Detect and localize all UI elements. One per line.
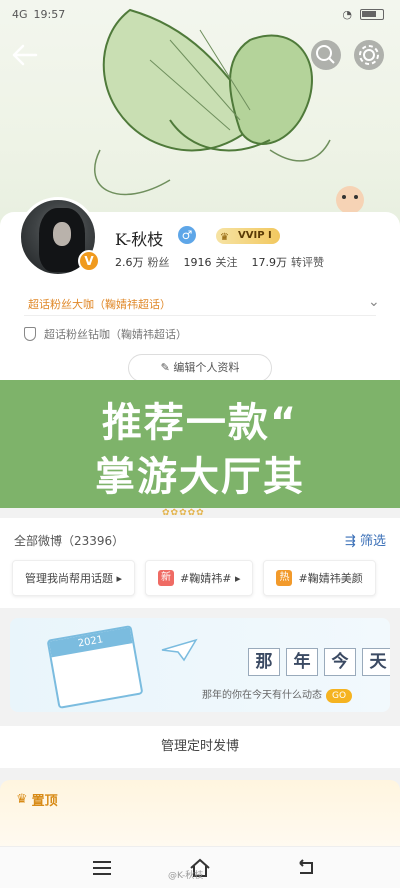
edit-profile-icon: ✎: [160, 361, 174, 374]
battery-icon: [360, 9, 384, 20]
chip-label: #鞠婧祎美颜: [298, 572, 363, 585]
chevron-down-icon[interactable]: ⌄: [368, 294, 380, 310]
divider: [24, 315, 376, 316]
stat-likes[interactable]: 17.9万 转评赞: [252, 254, 325, 270]
return-icon: [299, 859, 313, 874]
status-bar: 4G 19:57 ◔: [0, 0, 400, 30]
vvip-badge[interactable]: ♛ VVIP Ⅰ: [216, 228, 280, 244]
pinned-label: ♛ 置顶: [16, 792, 58, 809]
memory-title: 那年今天: [248, 648, 390, 676]
chip-topic-hot[interactable]: 热 #鞠婧祎美颜: [263, 560, 376, 596]
hot-tag: 热: [276, 570, 293, 586]
vvip-label: VVIP Ⅰ: [238, 230, 272, 241]
back-button[interactable]: [10, 42, 40, 68]
gender-male-icon: ♂: [178, 226, 196, 244]
menu-button[interactable]: [90, 857, 114, 879]
honor-text: 超话粉丝钻咖（鞠婧祎超话）: [44, 328, 187, 341]
fan-title-row[interactable]: 超话粉丝大咖（鞠婧祎超话） ⌄: [28, 294, 380, 312]
system-nav-bar: [0, 846, 400, 888]
paper-plane-icon: [161, 638, 198, 662]
crown-icon: ♛: [220, 232, 229, 243]
overlay-line-1: 推荐一款“: [101, 400, 299, 446]
network-label: 4G: [12, 8, 28, 21]
verified-badge: V: [78, 250, 100, 272]
search-icon: [316, 45, 335, 64]
topic-chips: 管理我尚帮用话题 ▸ 新 #鞠婧祎# ▸ 热 #鞠婧祎美颜: [12, 560, 376, 596]
gear-icon: [359, 45, 379, 65]
promo-overlay: 推荐一款“ 掌游大厅其: [0, 380, 400, 508]
menu-icon: [93, 861, 111, 875]
fan-title: 超话粉丝大咖（鞠婧祎超话）: [28, 298, 171, 311]
pinned-section: ♛ 置顶: [0, 780, 400, 850]
calendar-icon: 2021: [46, 625, 144, 709]
feed-title: 全部微博（23396）: [14, 534, 125, 548]
settings-button[interactable]: [354, 40, 384, 70]
honor-row[interactable]: 超话粉丝钻咖（鞠婧祎超话）: [24, 326, 187, 342]
on-this-day-card[interactable]: 2021 那年今天 那年的你在今天有什么动态 GO: [10, 618, 390, 712]
filter-icon: ⇶: [344, 534, 360, 549]
calendar-year: 2021: [48, 627, 133, 658]
arrow-left-icon: [12, 44, 38, 66]
edit-profile-label: 编辑个人资料: [173, 361, 240, 374]
watermark: @K-秋枝: [168, 871, 204, 881]
go-button[interactable]: GO: [326, 689, 353, 703]
search-button[interactable]: [311, 40, 341, 70]
filter-label: 筛选: [359, 534, 386, 549]
chip-label: 管理我尚帮用话题 ▸: [25, 572, 123, 585]
stat-following[interactable]: 1916 关注: [184, 254, 238, 270]
crown-icon: ♛: [16, 792, 28, 807]
clock: 19:57: [33, 8, 66, 21]
wifi-icon: ◔: [342, 8, 352, 21]
chip-topic-new[interactable]: 新 #鞠婧祎# ▸: [145, 560, 254, 596]
chip-manage-topics[interactable]: 管理我尚帮用话题 ▸: [12, 560, 136, 596]
decor-dots: ✿✿✿✿✿: [162, 508, 205, 518]
scheduled-posts-button[interactable]: 管理定时发博: [0, 726, 400, 768]
overlay-line-2: 掌游大厅其: [95, 454, 305, 500]
edit-profile-button[interactable]: ✎ 编辑个人资料: [128, 354, 272, 382]
memory-subtitle: 那年的你在今天有什么动态 GO: [202, 686, 353, 703]
filter-button[interactable]: ⇶ 筛选: [345, 530, 386, 549]
stat-fans[interactable]: 2.6万 粉丝: [115, 254, 170, 270]
new-tag: 新: [158, 570, 175, 586]
profile-stats: 2.6万 粉丝 1916 关注 17.9万 转评赞: [115, 254, 324, 270]
back-nav-button[interactable]: [294, 857, 318, 879]
feed-header: 全部微博（23396） ⇶ 筛选 管理我尚帮用话题 ▸ 新 #鞠婧祎# ▸ 热 …: [0, 518, 400, 608]
profile-name: K-秋枝: [115, 230, 164, 249]
shield-icon: [24, 327, 36, 341]
chip-label: #鞠婧祎# ▸: [180, 572, 241, 585]
